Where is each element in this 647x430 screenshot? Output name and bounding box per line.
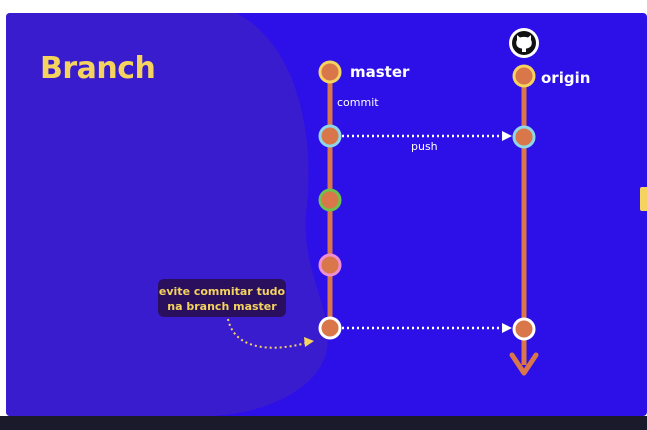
callout-line-2: na branch master bbox=[167, 300, 277, 313]
slide-frame: Branch master origin commit push evite c… bbox=[6, 13, 647, 416]
origin-commit-pushed bbox=[512, 125, 536, 149]
master-commit-pushed bbox=[318, 124, 342, 148]
slide-title: Branch bbox=[40, 51, 156, 86]
github-icon bbox=[509, 28, 539, 58]
origin-commit-latest bbox=[512, 317, 536, 341]
origin-commit-head bbox=[512, 64, 536, 88]
origin-branch-label: origin bbox=[541, 69, 591, 87]
push-arrowhead-upper bbox=[502, 131, 512, 141]
callout-line-1: evite commitar tudo bbox=[158, 285, 286, 298]
master-commit-latest bbox=[318, 316, 342, 340]
master-commit-green bbox=[318, 188, 342, 212]
push-arrowhead-lower bbox=[502, 323, 512, 333]
edge-tab bbox=[640, 187, 647, 211]
commit-label: commit bbox=[337, 96, 379, 109]
master-branch-label: master bbox=[350, 63, 410, 81]
master-commit-pink bbox=[318, 253, 342, 277]
master-commit-head bbox=[318, 60, 342, 84]
callout-note: evite commitar tudo na branch master bbox=[158, 279, 286, 317]
bottom-bar bbox=[0, 416, 647, 430]
push-label: push bbox=[411, 140, 438, 153]
